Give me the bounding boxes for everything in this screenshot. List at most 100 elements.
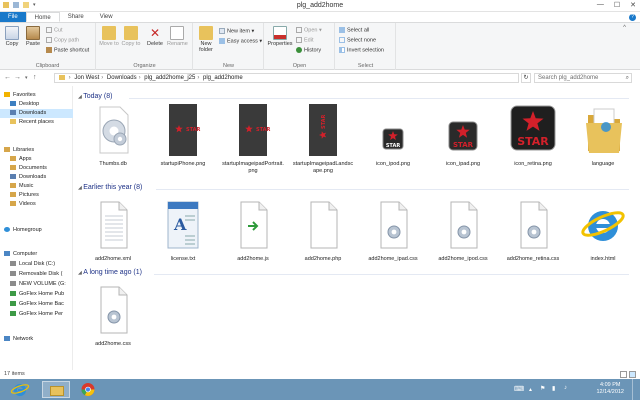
rename-button[interactable]: Rename bbox=[167, 26, 188, 47]
file-item[interactable]: STAR icon_ipod.png bbox=[362, 101, 424, 168]
file-item[interactable]: add2home_ipod.css bbox=[432, 196, 494, 263]
close-button[interactable]: ✕ bbox=[630, 1, 636, 9]
file-thumbnail bbox=[292, 196, 354, 254]
forward-arrow-icon[interactable]: → bbox=[14, 74, 21, 81]
nav-goflex-backup[interactable]: GoFlex Home Bac bbox=[10, 300, 82, 309]
file-item[interactable]: STAR icon_ipad.png bbox=[432, 101, 494, 168]
minimize-button[interactable]: — bbox=[597, 1, 604, 9]
nav-goflex-public[interactable]: GoFlex Home Pub bbox=[10, 290, 82, 299]
select-all-button[interactable]: Select all bbox=[339, 27, 369, 33]
nav-new-volume[interactable]: NEW VOLUME (G: bbox=[10, 280, 82, 289]
delete-button[interactable]: ✕ Delete bbox=[145, 26, 165, 47]
tab-file[interactable]: File bbox=[0, 12, 26, 22]
group-header-today[interactable]: ◢ Today (8) bbox=[78, 93, 112, 100]
copy-button[interactable]: Copy bbox=[2, 26, 22, 47]
refresh-icon[interactable]: ↻ bbox=[521, 73, 531, 83]
copy-path-icon bbox=[46, 37, 52, 43]
up-arrow-icon[interactable]: ↑ bbox=[33, 74, 37, 81]
easy-access-button[interactable]: Easy access ▾ bbox=[219, 38, 262, 44]
file-item[interactable]: index.html bbox=[572, 196, 634, 263]
file-name: icon_ipad.png bbox=[445, 161, 481, 167]
maximize-button[interactable]: ☐ bbox=[614, 1, 620, 9]
nav-recent-places[interactable]: Recent places bbox=[10, 118, 82, 127]
new-item-button[interactable]: New item ▾ bbox=[219, 28, 254, 34]
nav-local-disk[interactable]: Local Disk (C:) bbox=[10, 260, 82, 269]
nav-computer[interactable]: Computer bbox=[4, 250, 76, 259]
cut-button[interactable]: Cut bbox=[46, 27, 63, 33]
file-item[interactable]: STAR icon_retina.png bbox=[502, 101, 564, 168]
file-item[interactable]: add2home_retina.css bbox=[502, 196, 564, 263]
file-item[interactable]: add2home.css bbox=[82, 281, 144, 348]
invert-selection-button[interactable]: Invert selection bbox=[339, 47, 384, 53]
file-name: add2home.js bbox=[237, 256, 269, 262]
select-none-icon bbox=[339, 37, 345, 43]
history-button[interactable]: History bbox=[296, 47, 321, 53]
file-thumbnail bbox=[502, 196, 564, 254]
group-header-earlier[interactable]: ◢ Earlier this year (8) bbox=[78, 184, 142, 191]
keyboard-icon[interactable]: ⌨ bbox=[514, 385, 524, 393]
internet-explorer-icon[interactable] bbox=[8, 381, 32, 398]
chrome-icon[interactable] bbox=[76, 381, 100, 398]
breadcrumb-item[interactable]: plg_add2home bbox=[203, 75, 243, 81]
large-icons-view-icon[interactable] bbox=[629, 371, 636, 378]
nav-documents[interactable]: Documents bbox=[10, 164, 82, 173]
copy-to-button[interactable]: Copy to bbox=[121, 26, 141, 47]
file-explorer-icon[interactable] bbox=[42, 381, 70, 398]
file-item[interactable]: language bbox=[572, 101, 634, 168]
nav-homegroup[interactable]: Homegroup bbox=[4, 226, 76, 235]
nav-music[interactable]: Music bbox=[10, 182, 82, 191]
properties-button[interactable]: Properties bbox=[267, 26, 293, 47]
move-to-button[interactable]: Move to bbox=[99, 26, 119, 47]
file-item[interactable]: STAR startupiPhone.png bbox=[152, 101, 214, 168]
file-item[interactable]: STAR startupImageipadLandscape.png bbox=[292, 101, 354, 175]
show-hidden-icons-icon[interactable]: ▲ bbox=[528, 387, 533, 393]
edit-button[interactable]: Edit bbox=[296, 37, 313, 43]
search-input[interactable]: Search plg_add2home ⌕ bbox=[534, 73, 632, 83]
tab-view[interactable]: View bbox=[92, 12, 121, 22]
open-button[interactable]: Open ▾ bbox=[296, 27, 322, 33]
delete-icon: ✕ bbox=[149, 26, 161, 40]
details-view-icon[interactable] bbox=[620, 371, 627, 378]
nav-removable-disk[interactable]: Removable Disk ( bbox=[10, 270, 82, 279]
nav-desktop[interactable]: Desktop bbox=[10, 100, 82, 109]
tab-share[interactable]: Share bbox=[60, 12, 92, 22]
nav-libraries[interactable]: Libraries bbox=[4, 146, 76, 155]
collapse-ribbon-icon[interactable]: ^ bbox=[623, 25, 626, 31]
network-icon[interactable]: ▮ bbox=[552, 385, 555, 392]
tab-home[interactable]: Home bbox=[25, 12, 60, 22]
nav-downloads-library[interactable]: Downloads bbox=[10, 173, 82, 182]
volume-icon[interactable]: ♪ bbox=[564, 385, 567, 391]
file-item[interactable]: Thumbs.db bbox=[82, 101, 144, 168]
breadcrumb-item[interactable]: plg_add2home_j25 bbox=[144, 75, 195, 81]
file-item[interactable]: add2home.js bbox=[222, 196, 284, 263]
file-item[interactable]: Alicense.txt bbox=[152, 196, 214, 263]
paste-button[interactable]: Paste bbox=[23, 26, 43, 47]
address-bar[interactable]: › Jon West › Downloads › plg_add2home_j25 ›… bbox=[54, 73, 519, 83]
move-to-icon bbox=[102, 26, 116, 40]
paste-shortcut-button[interactable]: Paste shortcut bbox=[46, 47, 89, 53]
nav-apps[interactable]: Apps bbox=[10, 155, 82, 164]
nav-goflex-personal[interactable]: GoFlex Home Per bbox=[10, 310, 82, 319]
back-arrow-icon[interactable]: ← bbox=[4, 74, 11, 81]
file-item[interactable]: add2home_ipad.css bbox=[362, 196, 424, 263]
file-item[interactable]: STAR startupImageipadPortrait.png bbox=[222, 101, 284, 175]
nav-downloads[interactable]: Downloads bbox=[0, 109, 73, 118]
copy-path-button[interactable]: Copy path bbox=[46, 37, 79, 43]
nav-favorites[interactable]: Favorites bbox=[4, 91, 76, 100]
nav-pictures[interactable]: Pictures bbox=[10, 191, 82, 200]
copy-icon bbox=[5, 26, 19, 40]
nav-videos[interactable]: Videos bbox=[10, 200, 82, 209]
file-item[interactable]: add2home.php bbox=[292, 196, 354, 263]
clock[interactable]: 4:09 PM 12/14/2012 bbox=[596, 382, 624, 396]
new-folder-button[interactable]: New folder bbox=[195, 26, 217, 53]
flag-icon[interactable]: ⚑ bbox=[540, 385, 545, 392]
help-icon[interactable]: ? bbox=[629, 14, 636, 21]
file-item[interactable]: add2home.xml bbox=[82, 196, 144, 263]
select-none-button[interactable]: Select none bbox=[339, 37, 376, 43]
group-header-long-ago[interactable]: ◢ A long time ago (1) bbox=[78, 269, 142, 276]
nav-network[interactable]: Network bbox=[4, 335, 76, 344]
breadcrumb-item[interactable]: Jon West bbox=[74, 75, 99, 81]
recent-locations-icon[interactable]: ▾ bbox=[25, 75, 28, 81]
breadcrumb-item[interactable]: Downloads bbox=[107, 75, 137, 81]
show-desktop-button[interactable] bbox=[632, 379, 640, 400]
